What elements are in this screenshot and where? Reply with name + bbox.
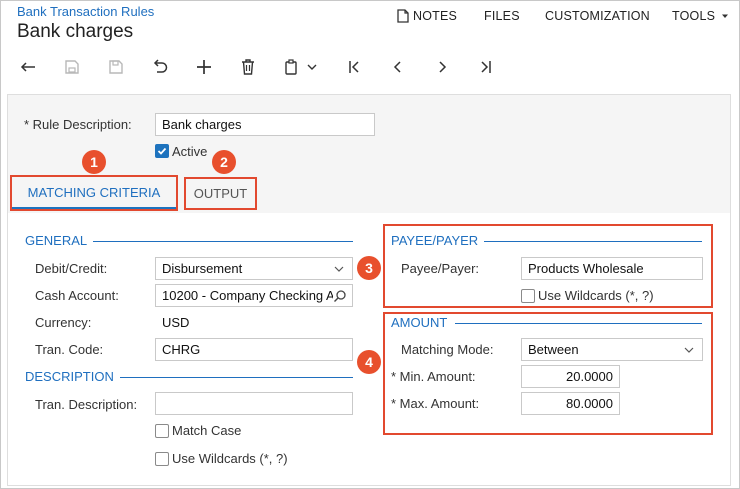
match-case-label: Match Case <box>172 423 242 438</box>
callout-box-2 <box>184 177 257 210</box>
copy-paste-dropdown-icon[interactable] <box>305 55 319 79</box>
min-amount-input[interactable]: 20.0000 <box>521 365 620 388</box>
matching-mode-label: Matching Mode: <box>401 342 494 357</box>
caret-down-icon <box>722 14 729 18</box>
last-icon[interactable] <box>474 55 498 79</box>
cash-account-input[interactable]: 10200 - Company Checking A <box>155 284 353 307</box>
notes-label: NOTES <box>413 9 458 23</box>
save-icon[interactable] <box>104 55 128 79</box>
next-icon[interactable] <box>430 55 454 79</box>
first-icon[interactable] <box>342 55 366 79</box>
description-section-title: DESCRIPTION <box>25 369 120 384</box>
callout-box-1 <box>10 175 178 211</box>
payee-input[interactable]: Products Wholesale <box>521 257 703 280</box>
tools-menu[interactable]: TOOLS <box>672 9 734 23</box>
active-checkbox[interactable] <box>155 144 169 158</box>
add-icon[interactable] <box>192 55 216 79</box>
callout-badge-4: 4 <box>357 350 381 374</box>
tran-code-input[interactable]: CHRG <box>155 338 353 361</box>
match-case-checkbox[interactable] <box>155 424 169 438</box>
debit-credit-select[interactable]: Disbursement <box>155 257 353 280</box>
tran-description-input[interactable] <box>155 392 353 415</box>
tools-label: TOOLS <box>672 9 716 23</box>
files-menu[interactable]: FILES <box>484 9 520 23</box>
page-title: Bank charges <box>17 21 134 42</box>
delete-icon[interactable] <box>236 55 260 79</box>
breadcrumb[interactable]: Bank Transaction Rules <box>17 4 154 19</box>
payee-divider <box>480 241 702 242</box>
currency-value: USD <box>162 315 190 330</box>
customization-label: CUSTOMIZATION <box>545 9 650 23</box>
back-icon[interactable] <box>16 55 40 79</box>
payee-use-wildcards-checkbox[interactable] <box>521 289 535 303</box>
amount-divider <box>455 323 702 324</box>
payee-section-title: PAYEE/PAYER <box>391 233 485 248</box>
max-amount-input[interactable]: 80.0000 <box>521 392 620 415</box>
description-divider <box>118 377 353 378</box>
matching-mode-select[interactable]: Between <box>521 338 703 361</box>
general-divider <box>90 241 353 242</box>
min-amount-label: * Min. Amount: <box>391 369 476 384</box>
tran-code-label: Tran. Code: <box>35 342 104 357</box>
active-label: Active <box>172 144 208 159</box>
cash-account-label: Cash Account: <box>35 288 119 303</box>
save-close-icon[interactable] <box>60 55 84 79</box>
amount-section-title: AMOUNT <box>391 315 454 330</box>
rule-description-input[interactable]: Bank charges <box>155 113 375 136</box>
copy-paste-icon[interactable] <box>280 55 304 79</box>
debit-credit-label: Debit/Credit: <box>35 261 108 276</box>
undo-icon[interactable] <box>148 55 172 79</box>
payee-label: Payee/Payer: <box>401 261 480 276</box>
payee-use-wildcards-label: Use Wildcards (*, ?) <box>538 288 654 303</box>
note-icon <box>397 9 409 23</box>
description-use-wildcards-checkbox[interactable] <box>155 452 169 466</box>
general-section-title: GENERAL <box>25 233 94 248</box>
callout-badge-1: 1 <box>82 150 106 174</box>
checkmark-icon <box>157 147 167 155</box>
chevron-down-icon <box>334 266 344 272</box>
callout-badge-3: 3 <box>357 256 381 280</box>
search-icon[interactable] <box>333 289 347 303</box>
chevron-down-icon <box>684 347 694 353</box>
max-amount-label: * Max. Amount: <box>391 396 480 411</box>
customization-menu[interactable]: CUSTOMIZATION <box>545 9 650 23</box>
callout-badge-2: 2 <box>212 150 236 174</box>
notes-menu[interactable]: NOTES <box>397 9 457 23</box>
description-use-wildcards-label: Use Wildcards (*, ?) <box>172 451 288 466</box>
currency-label: Currency: <box>35 315 92 330</box>
rule-description-label: * Rule Description: <box>24 117 132 132</box>
files-label: FILES <box>484 9 520 23</box>
previous-icon[interactable] <box>386 55 410 79</box>
tran-description-label: Tran. Description: <box>35 397 138 412</box>
